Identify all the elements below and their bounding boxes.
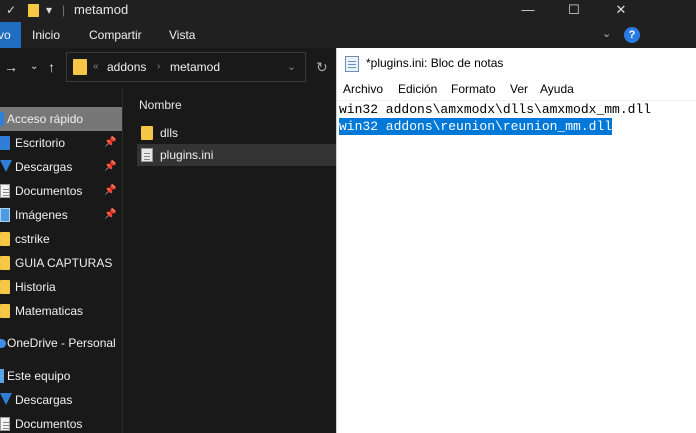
tab-file[interactable]: vo xyxy=(0,22,21,48)
sidebar-item-onedrive[interactable]: OneDrive - Personal xyxy=(0,331,123,355)
text-line: win32 addons\amxmodx\dlls\amxmodx_mm.dll xyxy=(339,102,652,117)
sidebar-item-label: Escritorio xyxy=(15,136,66,150)
forward-arrow-icon[interactable]: → xyxy=(4,58,18,76)
recent-locations-chevron-icon[interactable]: ⌄ xyxy=(30,58,38,76)
properties-check-icon[interactable]: ✓ xyxy=(6,2,16,18)
sidebar-item-label: Matematicas xyxy=(15,304,84,318)
address-bar[interactable]: « addons › metamod ⌄ xyxy=(66,52,306,82)
sidebar-item-label: Historia xyxy=(15,280,56,294)
folder-icon xyxy=(141,126,153,140)
quick-access-dropdown-icon[interactable]: ▾ xyxy=(46,2,52,18)
sidebar-item-label: Documentos xyxy=(15,184,83,198)
sidebar-item-cstrike[interactable]: cstrike xyxy=(0,227,123,251)
list-item[interactable]: dlls xyxy=(137,122,336,144)
ribbon-tabs: vo Inicio Compartir Vista ⌄ ? xyxy=(0,22,696,48)
sidebar-item-label: Descargas xyxy=(15,393,73,407)
sidebar-item-label: OneDrive - Personal xyxy=(7,336,116,350)
desktop-icon xyxy=(0,136,10,150)
breadcrumb-addons[interactable]: addons xyxy=(107,60,146,74)
column-header-name[interactable]: Nombre xyxy=(139,98,182,112)
folder-icon xyxy=(0,232,10,246)
notepad-window: *plugins.ini: Bloc de notas Archivo Edic… xyxy=(336,48,696,433)
menu-ayuda[interactable]: Ayuda xyxy=(540,82,574,96)
folder-icon xyxy=(0,304,10,318)
notepad-icon xyxy=(345,56,359,72)
sidebar-item-label: cstrike xyxy=(15,232,50,246)
onedrive-icon xyxy=(0,339,6,348)
up-arrow-icon[interactable]: ↑ xyxy=(48,58,55,76)
sidebar-item-imagenes[interactable]: Imágenes 📌 xyxy=(0,203,123,227)
sidebar-item-documentos[interactable]: Documentos 📌 xyxy=(0,179,123,203)
file-list: Nombre dlls plugins.ini xyxy=(123,88,336,433)
pictures-icon xyxy=(0,208,10,222)
expand-ribbon-icon[interactable]: ⌄ xyxy=(602,27,611,40)
folder-icon xyxy=(73,59,87,75)
minimize-button[interactable]: — xyxy=(505,0,551,22)
menu-ver[interactable]: Ver xyxy=(510,82,528,96)
notepad-title: *plugins.ini: Bloc de notas xyxy=(366,56,504,70)
title-separator: | xyxy=(62,3,66,17)
sidebar-item-label: Acceso rápido xyxy=(7,112,84,126)
folder-icon xyxy=(0,256,10,270)
menu-formato[interactable]: Formato xyxy=(451,82,496,96)
notepad-title-bar: *plugins.ini: Bloc de notas xyxy=(337,48,696,78)
documents-icon xyxy=(0,184,10,198)
pin-icon[interactable]: 📌 xyxy=(104,179,116,203)
help-icon[interactable]: ? xyxy=(624,27,640,43)
sidebar-item-escritorio[interactable]: Escritorio 📌 xyxy=(0,131,123,155)
breadcrumb-chevron-icon: › xyxy=(157,61,161,72)
pin-icon[interactable]: 📌 xyxy=(104,203,116,227)
address-dropdown-icon[interactable]: ⌄ xyxy=(287,60,296,74)
menu-archivo[interactable]: Archivo xyxy=(343,82,383,96)
sidebar-item-este-equipo[interactable]: Este equipo xyxy=(0,364,123,388)
sidebar-item-descargas[interactable]: Descargas 📌 xyxy=(0,155,123,179)
notepad-menu-bar: Archivo Edición Formato Ver Ayuda xyxy=(337,78,696,100)
download-icon xyxy=(0,393,12,407)
explorer-title-bar: ✓ ▾ | metamod — ☐ ✕ xyxy=(0,0,696,22)
folder-icon xyxy=(0,280,10,294)
navigation-pane: Acceso rápido Escritorio 📌 Descargas 📌 D… xyxy=(0,88,123,433)
close-button[interactable]: ✕ xyxy=(598,0,644,22)
tab-compartir[interactable]: Compartir xyxy=(79,22,152,48)
file-name: plugins.ini xyxy=(160,148,214,162)
refresh-icon[interactable]: ↻ xyxy=(316,58,328,76)
sidebar-item-acceso-rapido[interactable]: Acceso rápido xyxy=(0,107,123,131)
notepad-text-area[interactable]: win32 addons\amxmodx\dlls\amxmodx_mm.dll… xyxy=(337,100,696,433)
sidebar-item-label: GUIA CAPTURAS xyxy=(15,256,113,270)
sidebar-item-historia[interactable]: Historia xyxy=(0,275,123,299)
file-name: dlls xyxy=(160,126,179,140)
star-icon xyxy=(0,112,4,126)
sidebar-item-label: Este equipo xyxy=(7,369,71,383)
sidebar-item-guia-capturas[interactable]: GUIA CAPTURAS xyxy=(0,251,123,275)
breadcrumb-metamod[interactable]: metamod xyxy=(170,60,220,74)
sidebar-item-documentos-pc[interactable]: Documentos xyxy=(0,412,123,433)
pc-icon xyxy=(0,369,4,383)
ini-file-icon xyxy=(141,148,153,162)
pin-icon[interactable]: 📌 xyxy=(104,155,116,179)
list-item[interactable]: plugins.ini xyxy=(137,144,336,166)
sidebar-item-matematicas[interactable]: Matematicas xyxy=(0,299,123,323)
sidebar-item-label: Documentos xyxy=(15,417,83,431)
tab-inicio[interactable]: Inicio xyxy=(22,22,70,48)
text-line-selected: win32 addons\reunion\reunion_mm.dll xyxy=(339,118,613,135)
documents-icon xyxy=(0,417,10,431)
sidebar-item-descargas-pc[interactable]: Descargas xyxy=(0,388,123,412)
sidebar-item-label: Imágenes xyxy=(15,208,68,222)
menu-edicion[interactable]: Edición xyxy=(398,82,437,96)
pin-icon[interactable]: 📌 xyxy=(104,131,116,155)
sidebar-item-label: Descargas xyxy=(15,160,73,174)
tab-vista[interactable]: Vista xyxy=(159,22,205,48)
folder-icon xyxy=(28,4,39,17)
window-title: metamod xyxy=(74,2,129,17)
download-icon xyxy=(0,160,12,174)
breadcrumb-overflow[interactable]: « xyxy=(93,60,99,74)
maximize-button[interactable]: ☐ xyxy=(551,0,597,22)
